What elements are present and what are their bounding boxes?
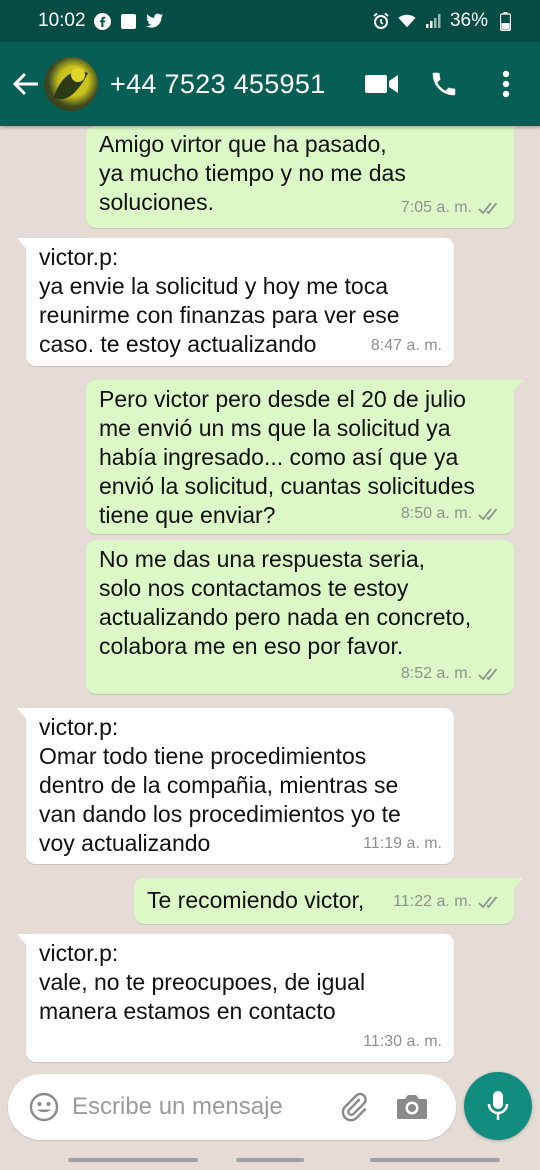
navigation-bar — [0, 1150, 540, 1170]
bubble-tail — [513, 878, 523, 890]
double-check-icon — [478, 895, 498, 908]
message-meta: 7:05 a. m. — [401, 193, 502, 222]
twitter-icon — [145, 12, 164, 30]
bubble-tail — [17, 238, 27, 250]
video-camera-icon — [365, 75, 398, 93]
message-time: 8:47 a. m. — [370, 337, 442, 354]
voice-message-button[interactable] — [464, 1072, 532, 1140]
nav-home-indicator[interactable] — [236, 1158, 304, 1162]
message-outgoing[interactable]: Amigo virtor que ha pasado, ya mucho tie… — [86, 126, 514, 228]
battery-percent: 36% — [449, 10, 488, 31]
message-time: 11:30 a. m. — [363, 1033, 442, 1050]
message-meta: 8:47 a. m. — [371, 331, 442, 360]
emoji-icon — [29, 1092, 59, 1122]
attach-button[interactable] — [334, 1087, 374, 1127]
message-incoming[interactable]: victor.p: ya envie la solicitud y hoy me… — [17, 238, 454, 366]
message-meta: 11:30 a. m. — [363, 1027, 442, 1056]
wifi-icon — [398, 12, 416, 30]
message-text: No me das una respuesta seria, solo nos … — [99, 546, 472, 659]
status-bar: 10:02 36% — [0, 0, 540, 42]
notification-square-icon — [120, 12, 138, 30]
bubble-tail — [17, 708, 27, 720]
microphone-icon — [487, 1091, 509, 1120]
signal-icon — [424, 12, 442, 30]
camera-button[interactable] — [392, 1087, 432, 1127]
nav-recents-indicator[interactable] — [68, 1158, 198, 1162]
message-outgoing[interactable]: Te recomiendo victor, 11:22 a. m. — [134, 878, 523, 924]
message-time: 8:50 a. m. — [400, 505, 472, 522]
message-outgoing[interactable]: No me das una respuesta seria, solo nos … — [86, 540, 514, 694]
facebook-icon — [94, 12, 112, 30]
message-time: 8:52 a. m. — [400, 665, 472, 682]
status-bar-left: 10:02 — [38, 10, 164, 32]
chat-messages[interactable]: Amigo virtor que ha pasado, ya mucho tie… — [0, 126, 540, 1070]
video-call-button[interactable] — [362, 64, 402, 104]
alarm-icon — [372, 12, 390, 30]
avatar[interactable] — [44, 57, 98, 111]
message-outgoing[interactable]: Pero victor pero desde el 20 de julio me… — [86, 380, 523, 534]
message-time: 7:05 a. m. — [400, 199, 472, 216]
bubble-tail — [17, 934, 27, 946]
message-composer — [8, 1074, 456, 1140]
message-input[interactable] — [72, 1093, 322, 1121]
message-meta: 11:22 a. m. — [393, 887, 502, 916]
double-check-icon — [478, 201, 498, 214]
chat-header: +44 7523 455951 — [0, 42, 540, 126]
more-options-button[interactable] — [486, 64, 526, 104]
message-meta: 11:19 a. m. — [363, 829, 442, 858]
nav-back-indicator[interactable] — [370, 1158, 500, 1162]
battery-icon — [496, 11, 514, 31]
message-meta: 8:50 a. m. — [401, 499, 502, 528]
status-bar-right: 36% — [372, 10, 514, 32]
paperclip-icon — [341, 1092, 367, 1122]
message-incoming[interactable]: victor.p: vale, no te preocupoes, de igu… — [17, 934, 454, 1062]
emoji-button[interactable] — [24, 1087, 64, 1127]
message-time: 11:22 a. m. — [393, 893, 472, 910]
double-check-icon — [478, 507, 498, 520]
more-vertical-icon — [502, 70, 510, 98]
status-time: 10:02 — [38, 10, 86, 31]
double-check-icon — [478, 667, 498, 680]
message-text: victor.p: vale, no te preocupoes, de igu… — [39, 940, 366, 1024]
voice-call-button[interactable] — [424, 64, 464, 104]
back-button[interactable] — [6, 64, 46, 104]
bubble-tail — [513, 380, 523, 392]
phone-icon — [432, 72, 456, 96]
camera-icon — [397, 1095, 427, 1119]
message-time: 11:19 a. m. — [363, 835, 442, 852]
arrow-left-icon — [12, 72, 38, 96]
contact-name[interactable]: +44 7523 455951 — [110, 69, 362, 100]
message-meta: 8:52 a. m. — [401, 659, 502, 688]
message-incoming[interactable]: victor.p: Omar todo tiene procedimientos… — [17, 708, 454, 864]
